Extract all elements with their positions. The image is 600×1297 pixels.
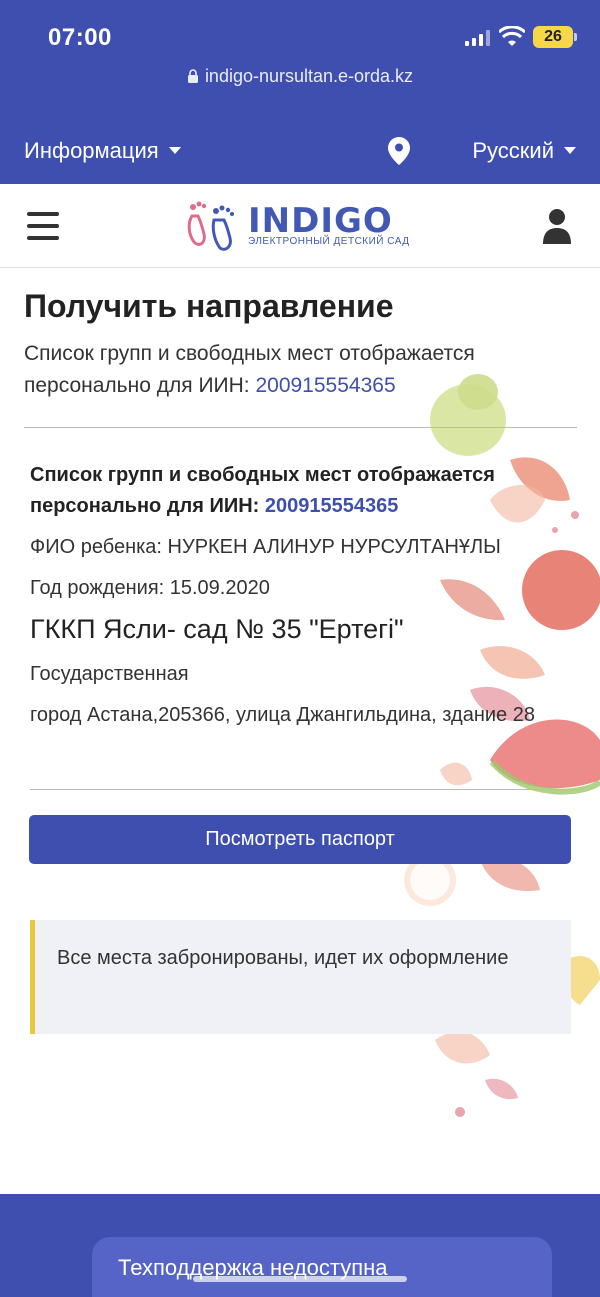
user-account-icon[interactable] [543, 208, 571, 244]
birth-date: Год рождения: 15.09.2020 [30, 577, 270, 599]
card-heading: Список групп и свободных мест отображает… [30, 460, 575, 522]
divider [30, 789, 571, 790]
cellular-signal-icon [465, 30, 491, 46]
support-status-widget[interactable]: Техподдержка недоступна [92, 1237, 552, 1297]
kindergarten-card: Список групп и свободных мест отображает… [30, 460, 575, 731]
status-time: 07:00 [48, 24, 112, 51]
kindergarten-address: город Астана,205366, улица Джангильдина,… [30, 704, 535, 726]
logo-subtitle: ЭЛЕКТРОННЫЙ ДЕТСКИЙ САД [248, 236, 410, 247]
hamburger-menu-icon[interactable] [27, 212, 59, 240]
logo-text: INDIGO [248, 201, 393, 241]
address-bar[interactable]: indigo-nursultan.e-orda.kz [0, 66, 600, 87]
booking-notice: Все места забронированы, идет их оформле… [30, 920, 571, 1034]
battery-indicator: 26 [533, 26, 577, 48]
language-dropdown[interactable]: Русский [472, 138, 576, 164]
ownership-type: Государственная [30, 663, 189, 685]
caret-down-icon [168, 147, 181, 154]
info-dropdown[interactable]: Информация [24, 138, 181, 164]
location-pin-icon[interactable] [388, 137, 410, 165]
intro-text: Список групп и свободных мест отображает… [24, 338, 564, 402]
info-dropdown-label: Информация [24, 138, 159, 163]
intro-text-label: Список групп и свободных мест отображает… [24, 342, 475, 397]
card-iin-link[interactable]: 200915554365 [265, 495, 398, 517]
page-title: Получить направление [24, 288, 394, 324]
site-header: INDIGO ЭЛЕКТРОННЫЙ ДЕТСКИЙ САД [0, 184, 600, 268]
home-indicator [193, 1276, 407, 1282]
child-name: ФИО ребенка: НУРКЕН АЛИНУР НУРСУЛТАНҰЛЫ [30, 536, 501, 558]
indigo-logo[interactable]: INDIGO ЭЛЕКТРОННЫЙ ДЕТСКИЙ САД [184, 198, 414, 254]
divider [24, 427, 577, 428]
card-heading-label: Список групп и свободных мест отображает… [30, 464, 495, 517]
wifi-icon [499, 26, 525, 46]
url-text: indigo-nursultan.e-orda.kz [204, 66, 414, 86]
kindergarten-name: ГККП Ясли- сад № 35 "Ертегі" [30, 614, 404, 644]
lock-icon [187, 69, 198, 83]
language-dropdown-label: Русский [472, 138, 554, 163]
footprints-icon [187, 201, 234, 251]
top-bar: 07:00 26 indigo-nursultan.e-orda.kz Инфо… [0, 0, 600, 184]
iin-link[interactable]: 200915554365 [255, 374, 395, 397]
caret-down-icon [564, 147, 576, 154]
view-passport-button[interactable]: Посмотреть паспорт [29, 815, 571, 864]
